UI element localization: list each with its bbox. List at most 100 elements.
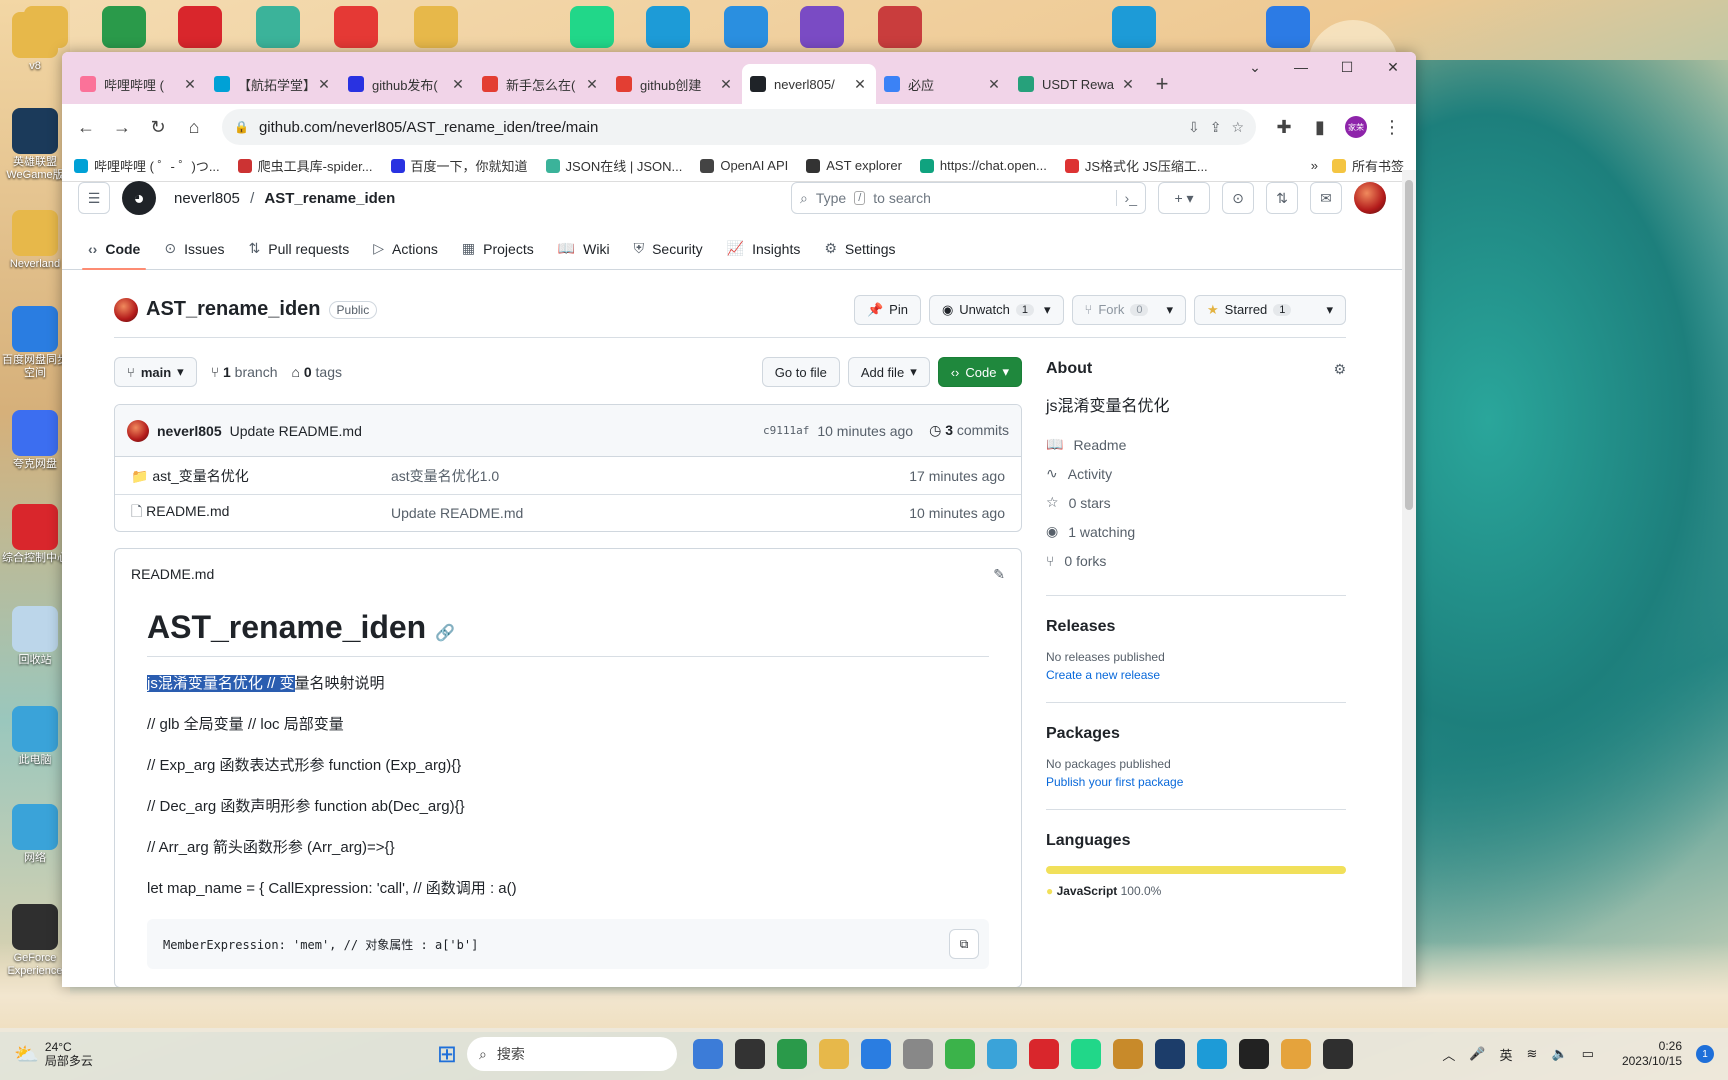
browser-tab[interactable]: 新手怎么在(✕ <box>474 64 608 104</box>
browser-tab[interactable]: github创建 ✕ <box>608 64 742 104</box>
close-icon[interactable]: ✕ <box>986 76 1002 93</box>
about-item[interactable]: ☆ 0 stars <box>1046 488 1346 517</box>
minimize-button[interactable]: — <box>1278 52 1324 82</box>
packages-title[interactable]: Packages <box>1046 725 1346 743</box>
unwatch-button[interactable]: ◉ Unwatch 1 ▾ <box>928 294 1064 325</box>
desktop-icon[interactable]: GeForce Experience <box>0 904 70 978</box>
language-item[interactable]: ● JavaScript 100.0% <box>1046 884 1346 898</box>
taskbar-app-icon[interactable] <box>1155 1039 1186 1069</box>
create-new-button[interactable]: + ▾ <box>1158 182 1210 214</box>
desktop-icon[interactable]: v8 <box>0 12 70 86</box>
weather-widget[interactable]: 24°C 局部多云 <box>45 1040 345 1068</box>
about-item[interactable]: ⑂ 0 forks <box>1046 546 1346 575</box>
starred-button[interactable]: ★ Starred 1 ▾ <box>1194 294 1346 325</box>
file-name[interactable]: 🗋 README.md <box>131 501 391 525</box>
issues-icon[interactable]: ⊙ <box>1222 182 1254 214</box>
owner-link[interactable]: neverl805 <box>174 190 240 207</box>
taskbar-app-icon[interactable] <box>1281 1039 1312 1069</box>
visual-studio-icon[interactable] <box>800 6 844 48</box>
tab-pull-requests[interactable]: ⇅ Pull requests <box>239 240 360 269</box>
tab-issues[interactable]: ⊙ Issues <box>154 240 234 269</box>
browser-tab[interactable]: 哔哩哔哩 (✕ <box>72 64 206 104</box>
commit-message[interactable]: Update README.md <box>230 423 362 439</box>
file-row[interactable]: 🗋 README.md Update README.md 10 minutes ag… <box>115 494 1021 531</box>
desktop-icon[interactable]: 百度网盘同步空间 <box>0 306 70 380</box>
battery-icon[interactable]: ▭ <box>1582 1046 1594 1062</box>
vscode-icon[interactable] <box>724 6 768 48</box>
tab-code[interactable]: ‹› Code <box>78 241 150 270</box>
zip-icon[interactable] <box>1266 6 1310 48</box>
fork-button[interactable]: ⑂ Fork 0 ▾ <box>1071 294 1186 325</box>
publish-package-link[interactable]: Publish your first package <box>1046 775 1346 789</box>
back-button[interactable]: ← <box>70 111 102 143</box>
page-scrollbar[interactable] <box>1402 170 1416 987</box>
notification-badge[interactable]: 1 <box>1696 1045 1714 1063</box>
about-item[interactable]: ∿ Activity <box>1046 459 1346 488</box>
close-icon[interactable]: ✕ <box>718 76 734 93</box>
webstorm2-icon[interactable] <box>1112 6 1156 48</box>
home-button[interactable]: ⌂ <box>178 111 210 143</box>
taskbar-app-icon[interactable] <box>1197 1039 1228 1069</box>
pull-requests-icon[interactable]: ⇅ <box>1266 182 1298 214</box>
file-row[interactable]: 📁 ast_变量名优化 ast变量名优化1.0 17 minutes ago <box>115 457 1021 494</box>
menu-icon[interactable]: ⋮ <box>1376 111 1408 143</box>
tab-wiki[interactable]: 📖 Wiki <box>548 240 620 269</box>
url-text[interactable]: github.com/neverl805/AST_rename_iden/tre… <box>259 119 1178 136</box>
forward-button[interactable]: → <box>106 111 138 143</box>
taskbar-app-icon[interactable] <box>1239 1039 1270 1069</box>
browser-tab[interactable]: 【航拓学堂】 ✕ <box>206 64 340 104</box>
tray-overflow-icon[interactable]: ︿ <box>1442 1045 1455 1064</box>
start-button-icon[interactable]: ⊞ <box>437 1040 457 1069</box>
taskbar-app-icon[interactable] <box>1323 1039 1354 1069</box>
chrome-icon[interactable] <box>102 6 146 48</box>
desktop-icon[interactable]: 综合控制中心 <box>0 504 70 578</box>
file-name[interactable]: 📁 ast_变量名优化 <box>131 466 391 486</box>
clock[interactable]: 0:26 2023/10/15 <box>1622 1039 1682 1069</box>
search-input[interactable]: ⌕ Type / to search ›_ <box>791 182 1146 214</box>
file-commit-message[interactable]: ast变量名优化1.0 <box>391 466 909 486</box>
taskbar-app-icon[interactable] <box>987 1039 1018 1069</box>
tab-insights[interactable]: 📈 Insights <box>717 240 811 269</box>
side-panel-icon[interactable]: ▮ <box>1304 111 1336 143</box>
close-icon[interactable]: ✕ <box>450 76 466 93</box>
taskbar-app-icon[interactable] <box>1071 1039 1102 1069</box>
commits-link[interactable]: ◷ 3 commits <box>929 422 1009 439</box>
anchor-link-icon[interactable]: 🔗 <box>435 625 455 642</box>
new-tab-button[interactable]: + <box>1144 66 1180 102</box>
taskbar-search[interactable]: ⌕ 搜索 <box>467 1037 678 1071</box>
inbox-icon[interactable]: ✉ <box>1310 182 1342 214</box>
repo-name[interactable]: AST_rename_iden <box>146 298 321 321</box>
pycharm-folder-icon[interactable] <box>414 6 458 48</box>
webstorm-icon[interactable] <box>646 6 690 48</box>
taskbar-app-icon[interactable] <box>1029 1039 1060 1069</box>
add-file-button[interactable]: Add file ▾ <box>847 357 930 387</box>
github-logo-icon[interactable]: ◕ <box>122 181 156 215</box>
tab-security[interactable]: ⛨ Security <box>624 240 713 269</box>
readme-filename[interactable]: README.md <box>131 566 214 582</box>
desktop-icon[interactable]: 英雄联盟WeGame版 <box>0 108 70 182</box>
pin-button[interactable]: 📌 Pin <box>853 294 921 325</box>
browser-tab[interactable]: USDT Rewa ✕ <box>1010 64 1144 104</box>
taskbar-app-icon[interactable] <box>945 1039 976 1069</box>
desktop-icon[interactable]: 此电脑 <box>0 706 70 780</box>
pycharm-icon[interactable] <box>570 6 614 48</box>
profile-avatar[interactable]: 家荣 <box>1340 111 1372 143</box>
scrollbar-thumb[interactable] <box>1405 180 1413 510</box>
file-commit-message[interactable]: Update README.md <box>391 505 909 521</box>
branches-link[interactable]: ⑂ 1 branch <box>211 364 278 380</box>
browser-tab[interactable]: github发布(✕ <box>340 64 474 104</box>
desktop-icon[interactable]: Neverland <box>0 210 70 284</box>
copy-icon[interactable]: ⧉ <box>949 929 979 959</box>
tab-settings[interactable]: ⚙ Settings <box>814 240 905 269</box>
go-to-file-button[interactable]: Go to file <box>761 357 840 387</box>
taskbar-app-icon[interactable] <box>819 1039 850 1069</box>
netease-music-icon[interactable] <box>178 6 222 48</box>
taskbar-app-icon[interactable] <box>693 1039 724 1069</box>
weather-icon[interactable]: ⛅ <box>14 1042 39 1067</box>
releases-title[interactable]: Releases <box>1046 618 1346 636</box>
desktop-icon[interactable]: 回收站 <box>0 606 70 680</box>
close-icon[interactable]: ✕ <box>852 76 868 93</box>
commit-hash[interactable]: c9111af <box>763 424 809 437</box>
edit-pencil-icon[interactable]: ✎ <box>993 566 1005 583</box>
repo-link[interactable]: AST_rename_iden <box>264 190 395 207</box>
